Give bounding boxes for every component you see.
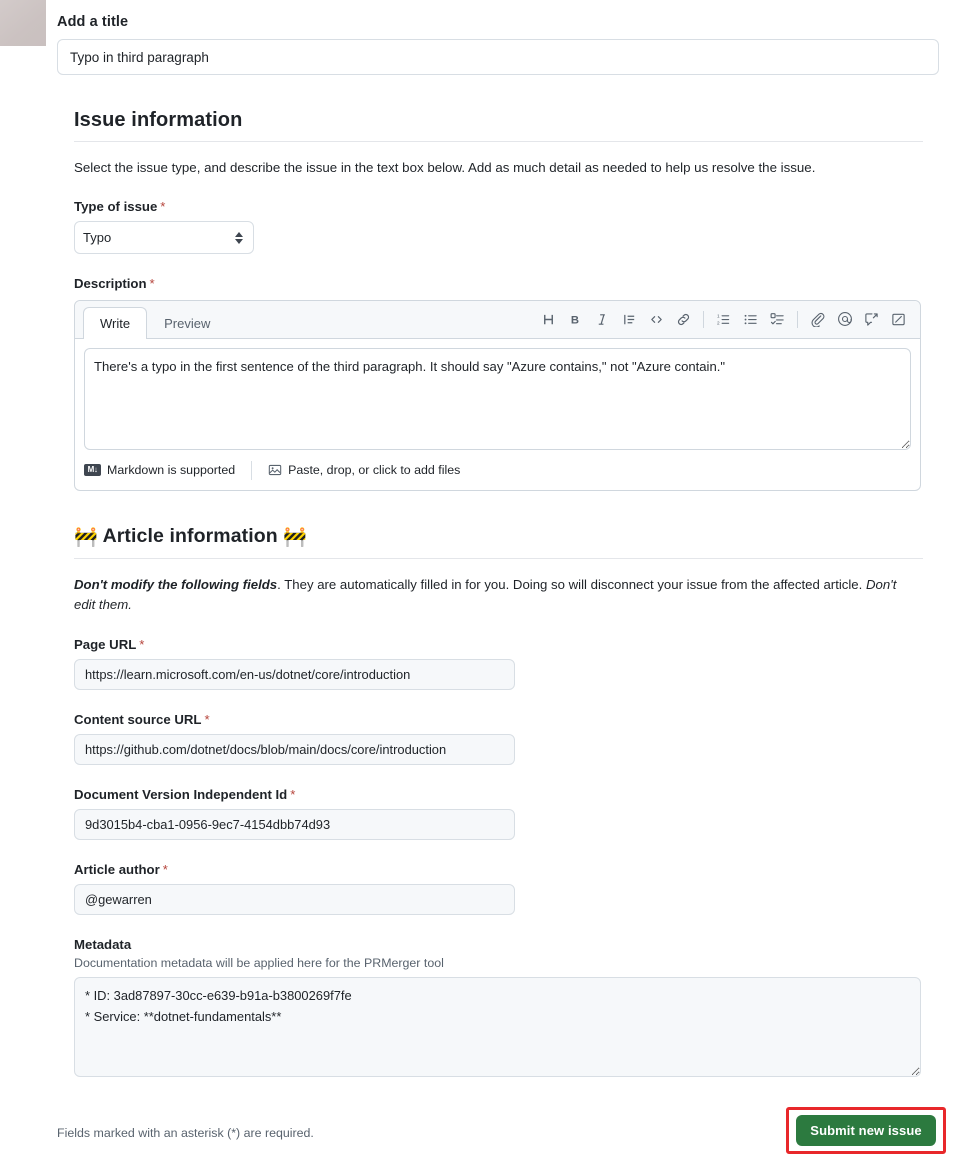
document-version-id-label: Document Version Independent Id * <box>74 787 956 802</box>
construction-icon-right: 🚧 <box>283 527 308 549</box>
heading-icon[interactable] <box>535 306 562 332</box>
quote-icon[interactable] <box>616 306 643 332</box>
tab-preview[interactable]: Preview <box>147 307 227 340</box>
required-asterisk: * <box>160 199 166 215</box>
article-information-heading-text: Article information <box>102 525 278 548</box>
add-title-label: Add a title <box>57 14 129 30</box>
cross-reference-icon[interactable] <box>858 306 885 332</box>
page-url-input[interactable] <box>74 658 515 690</box>
bold-icon[interactable]: B <box>562 306 589 332</box>
content-source-url-input[interactable] <box>74 733 515 765</box>
type-of-issue-field: Type of issue * Typo <box>74 199 956 255</box>
comment-box-body: There's a typo in the first sentence of … <box>75 339 920 451</box>
attach-files-group[interactable]: Paste, drop, or click to add files <box>268 463 460 477</box>
comment-box-header: Write Preview B 1 2 <box>75 301 920 340</box>
italic-icon[interactable] <box>589 306 616 332</box>
type-of-issue-select[interactable]: Typo <box>74 221 254 255</box>
construction-icon-left: 🚧 <box>74 527 98 549</box>
article-author-label-text: Article author <box>74 861 160 877</box>
content-source-url-label-text: Content source URL <box>74 711 202 727</box>
page-url-label-text: Page URL <box>74 636 137 652</box>
article-information-heading: 🚧 Article information 🚧 <box>74 525 923 560</box>
document-version-id-input[interactable] <box>74 808 515 840</box>
document-version-id-label-text: Document Version Independent Id <box>74 786 288 802</box>
content-source-url-field-group: Content source URL * <box>74 712 956 765</box>
content-source-url-label: Content source URL * <box>74 712 956 727</box>
numbered-list-icon[interactable]: 1 2 <box>710 306 737 332</box>
page-url-label: Page URL * <box>74 637 956 652</box>
footer-separator <box>251 460 253 480</box>
attach-files-label: Paste, drop, or click to add files <box>288 463 461 478</box>
article-author-input[interactable] <box>74 883 515 915</box>
article-warning-note: Don't modify the following fields. They … <box>74 575 919 615</box>
toolbar-separator <box>797 310 798 328</box>
tab-write[interactable]: Write <box>83 306 148 340</box>
issue-form: Add a title Issue information Select the… <box>57 0 956 1077</box>
required-asterisk: * <box>290 786 296 802</box>
task-list-icon[interactable] <box>764 306 791 332</box>
image-icon <box>268 463 282 477</box>
required-asterisk: * <box>149 276 155 292</box>
issue-form-page: Add a title Issue information Select the… <box>0 0 956 1154</box>
type-of-issue-label: Type of issue * <box>74 199 956 214</box>
submit-highlight-box: Submit new issue <box>786 1107 946 1154</box>
issue-information-heading: Issue information <box>74 109 923 142</box>
article-author-field-group: Article author * <box>74 862 956 915</box>
markdown-toolbar: B 1 2 <box>535 306 920 338</box>
svg-text:1: 1 <box>717 313 720 318</box>
toolbar-separator <box>703 310 704 328</box>
saved-replies-icon[interactable] <box>885 306 912 332</box>
attach-file-icon[interactable] <box>804 306 831 332</box>
page-url-field-group: Page URL * <box>74 637 956 690</box>
metadata-label: Metadata <box>74 936 132 952</box>
code-icon[interactable] <box>643 306 670 332</box>
bulleted-list-icon[interactable] <box>737 306 764 332</box>
article-warning-rest: . They are automatically filled in for y… <box>277 577 866 593</box>
svg-text:B: B <box>571 314 579 326</box>
user-avatar-placeholder <box>0 0 46 46</box>
metadata-field-group: Metadata Documentation metadata will be … <box>74 937 956 1077</box>
type-of-issue-label-text: Type of issue <box>74 199 158 215</box>
article-author-label: Article author * <box>74 862 956 877</box>
metadata-sublabel: Documentation metadata will be applied h… <box>74 955 444 970</box>
issue-information-intro: Select the issue type, and describe the … <box>74 160 816 175</box>
markdown-supported-group: M↓ Markdown is supported <box>84 463 235 477</box>
document-version-id-field-group: Document Version Independent Id * <box>74 787 956 840</box>
required-asterisk: * <box>204 711 210 727</box>
required-asterisk: * <box>139 636 145 652</box>
description-textarea[interactable]: There's a typo in the first sentence of … <box>84 348 911 451</box>
description-label-text: Description <box>74 276 147 292</box>
mention-icon[interactable] <box>831 306 858 332</box>
description-field: Description * <box>74 276 956 291</box>
issue-title-input[interactable] <box>57 39 939 75</box>
svg-text:2: 2 <box>717 320 720 325</box>
markdown-supported-label: Markdown is supported <box>107 463 236 478</box>
article-warning-bold: Don't modify the following fields <box>74 577 278 593</box>
submit-new-issue-button[interactable]: Submit new issue <box>796 1115 936 1146</box>
type-of-issue-select-wrap: Typo <box>74 221 254 255</box>
comment-box-footer: M↓ Markdown is supported Paste, drop, or… <box>75 450 920 490</box>
link-icon[interactable] <box>670 306 697 332</box>
required-asterisk: * <box>162 861 168 877</box>
description-label: Description * <box>74 276 956 291</box>
markdown-icon: M↓ <box>84 464 101 477</box>
description-comment-box: Write Preview B 1 2 There's a typo in th… <box>74 300 921 492</box>
metadata-textarea[interactable]: * ID: 3ad87897-30cc-e639-b91a-b3800269f7… <box>74 976 921 1077</box>
required-fields-note: Fields marked with an asterisk (*) are r… <box>57 1126 314 1140</box>
